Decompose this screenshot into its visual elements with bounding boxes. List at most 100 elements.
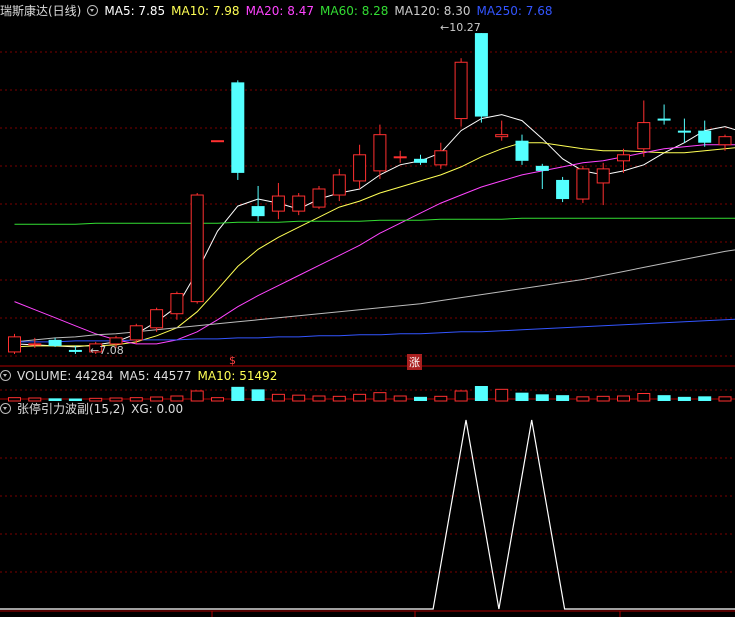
candle-body (8, 336, 21, 353)
ma-line-ma250 (14, 318, 735, 343)
ma-legend-item: MA10: 7.98 (171, 4, 240, 18)
candle-body (170, 293, 184, 315)
volume-bar (515, 392, 529, 401)
ma-line-ma120 (14, 249, 735, 343)
candle (495, 120, 509, 141)
volume-bar (231, 386, 245, 401)
volume-ma5: MA5: 44577 (119, 369, 192, 383)
candle-body (515, 140, 529, 161)
volume-bar (211, 397, 224, 402)
volume-bar (576, 396, 590, 402)
candle-body (150, 309, 164, 329)
indicator-series (0, 419, 735, 610)
volume-bar (454, 390, 468, 402)
candle-body (393, 156, 407, 159)
ma-legend-item: MA120: 8.30 (394, 4, 471, 18)
candle-body (617, 154, 630, 162)
candle (353, 144, 367, 189)
volume-bar (393, 395, 407, 402)
candle (150, 307, 164, 332)
volume-bar (698, 396, 712, 401)
candle (211, 140, 224, 143)
volume-bar (535, 394, 549, 401)
stock-name: 瑞斯康达(日线) (0, 4, 82, 18)
volume-bar (677, 396, 691, 401)
ma-legend-item: MA5: 7.85 (104, 4, 166, 18)
ma-legend-item: MA250: 7.68 (476, 4, 553, 18)
volume-bar (414, 396, 427, 401)
candle (393, 150, 407, 163)
signal-marker: $ (229, 354, 236, 367)
candle (535, 163, 549, 189)
candle-body (576, 168, 590, 200)
volume-bar (332, 395, 346, 402)
candle (8, 333, 21, 354)
candle-body (332, 174, 346, 196)
dropdown-icon[interactable] (87, 5, 99, 16)
candle-body (637, 122, 651, 150)
candle-body (596, 168, 610, 184)
candle-body (657, 118, 671, 121)
candle-body (129, 325, 143, 341)
dropdown-icon[interactable] (0, 370, 11, 381)
ma-legend: MA5: 7.85 MA10: 7.98 MA20: 8.47 MA60: 8.28 M… (104, 4, 558, 18)
ma-line-ma20 (14, 144, 735, 345)
volume-bar (718, 396, 732, 402)
candle-body (454, 61, 468, 120)
candle (474, 33, 488, 123)
candle (48, 337, 62, 347)
ma-legend-item: MA60: 8.28 (320, 4, 389, 18)
candle-body (353, 154, 367, 182)
candle-body (231, 82, 245, 173)
candle-body (190, 194, 204, 303)
candle (332, 168, 346, 202)
candle-body (495, 134, 509, 138)
candle-body (271, 195, 285, 212)
volume-bar (251, 389, 265, 401)
candle-body (434, 150, 448, 166)
candle-body (535, 165, 549, 171)
candle (657, 104, 671, 125)
volume-bar (637, 393, 651, 402)
candle (292, 193, 306, 216)
candle-body (109, 337, 123, 345)
volume-bar (353, 393, 367, 402)
volume-header: VOLUME: 44284 MA5: 44577 MA10: 51492 (0, 368, 283, 384)
ma-legend-item: MA20: 8.47 (245, 4, 314, 18)
candle-body (28, 343, 42, 346)
candle-body (474, 33, 488, 117)
candle (414, 154, 427, 165)
candle (170, 291, 184, 320)
volume-bar (190, 390, 204, 402)
volume-bar (617, 395, 630, 402)
candle (556, 176, 570, 203)
candle (596, 162, 610, 206)
volume-title: VOLUME: 44284 (17, 369, 114, 383)
candle-body (373, 134, 387, 172)
candle-body (677, 130, 691, 133)
volume-bar (596, 395, 610, 402)
candle (251, 185, 265, 222)
ma-line-ma10 (14, 142, 735, 348)
candle (271, 182, 285, 220)
volume-bar (292, 394, 306, 402)
indicator-line (0, 419, 735, 610)
volume-bar (373, 392, 387, 402)
volume-bar (657, 395, 671, 401)
volume-bar (495, 388, 509, 402)
volume-bar (434, 395, 448, 402)
candle-body (48, 339, 62, 346)
dropdown-icon[interactable] (0, 403, 11, 414)
candle (190, 193, 204, 304)
stock-chart (0, 33, 735, 617)
volume-bar (474, 386, 488, 401)
main-header: 瑞斯康达(日线) MA5: 7.85 MA10: 7.98 MA20: 8.47 MA6… (0, 3, 565, 19)
candle-body (556, 179, 570, 200)
candle-body (312, 188, 326, 208)
candle-body (414, 158, 427, 163)
candle (454, 58, 468, 127)
candle (698, 120, 712, 147)
volume-bar (312, 395, 326, 402)
candle (312, 185, 326, 210)
candle-body (698, 130, 712, 143)
